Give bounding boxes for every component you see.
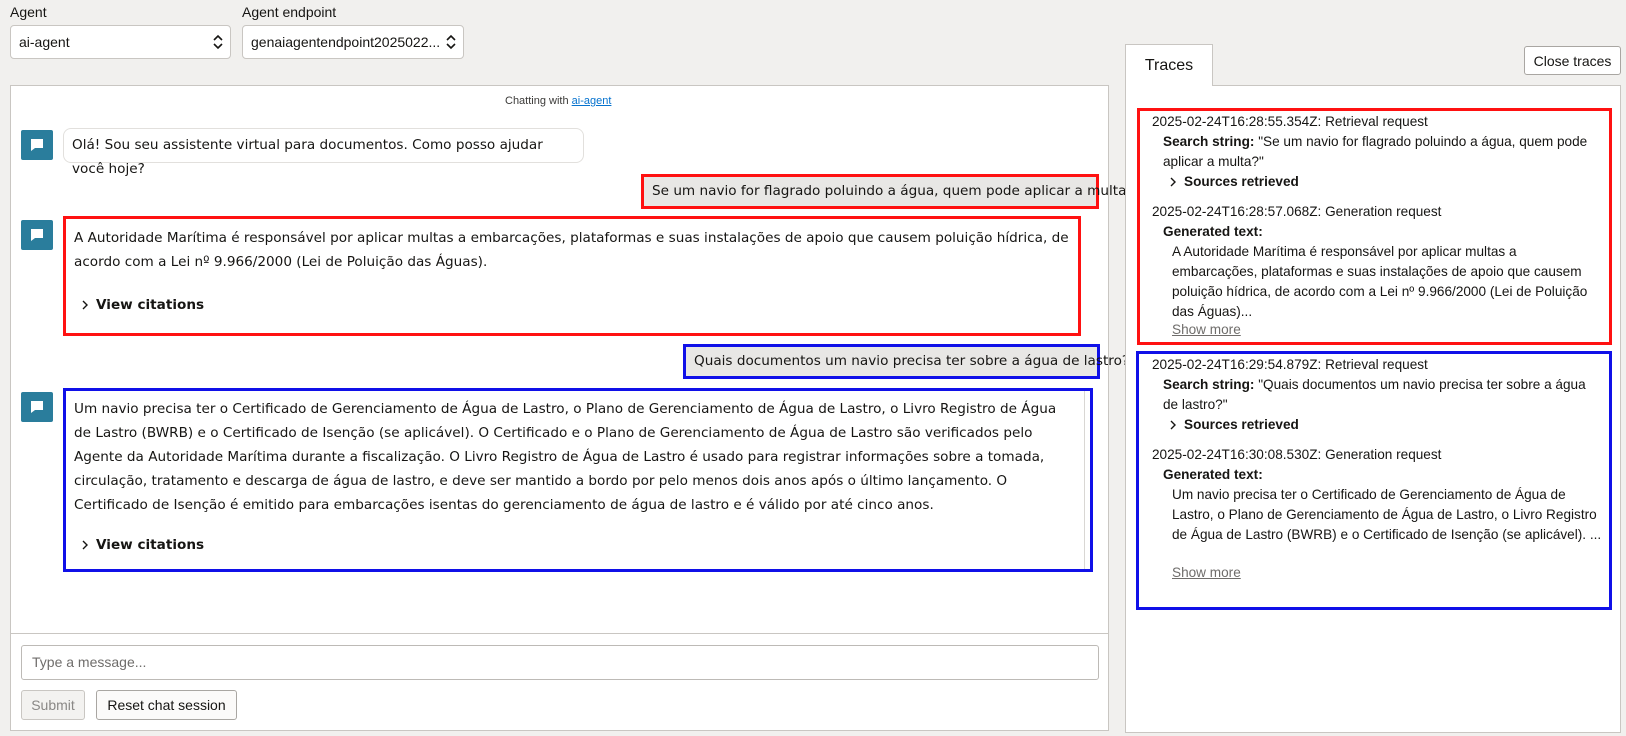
- view-citations[interactable]: View citations: [80, 297, 204, 313]
- bot-message: Olá! Sou seu assistente virtual para doc…: [63, 128, 584, 177]
- agent-select[interactable]: ai-agent: [10, 25, 231, 59]
- bot-message-box: A Autoridade Marítima é responsável por …: [63, 216, 1081, 336]
- generated-text-label: Generated text:: [1163, 224, 1263, 239]
- agent-select-value: ai-agent: [19, 34, 70, 50]
- sources-retrieved-label: Sources retrieved: [1184, 417, 1299, 432]
- updown-chevron-icon: [213, 34, 223, 50]
- submit-button[interactable]: Submit: [21, 690, 85, 720]
- bot-message: A Autoridade Marítima é responsável por …: [74, 230, 1069, 270]
- reset-chat-button[interactable]: Reset chat session: [96, 690, 237, 720]
- user-message: Quais documentos um navio precisa ter so…: [683, 344, 1129, 379]
- tab-traces[interactable]: Traces: [1125, 44, 1213, 86]
- input-divider: [10, 633, 1109, 634]
- view-citations-label: View citations: [96, 537, 205, 553]
- view-citations-label: View citations: [96, 297, 205, 313]
- agent-label: Agent: [10, 4, 47, 20]
- chat-bubble-icon: [31, 139, 43, 151]
- chatting-with-prefix: Chatting with: [505, 95, 569, 107]
- search-string-label: Search string:: [1163, 134, 1255, 149]
- bot-avatar: [21, 220, 53, 250]
- retrieval-header: 2025-02-24T16:28:55.354Z: Retrieval requ…: [1152, 114, 1428, 129]
- sources-retrieved[interactable]: Sources retrieved: [1168, 415, 1299, 435]
- generation-header: 2025-02-24T16:28:57.068Z: Generation req…: [1152, 204, 1442, 219]
- search-string: Search string: "Se um navio for flagrado…: [1163, 132, 1603, 172]
- chevron-right-icon: [1170, 420, 1176, 430]
- scroll-divider: [1084, 391, 1085, 569]
- agent-link[interactable]: ai-agent: [572, 95, 612, 107]
- message-input[interactable]: Type a message...: [21, 645, 1099, 680]
- sources-retrieved[interactable]: Sources retrieved: [1168, 172, 1299, 192]
- generated-text-value: A Autoridade Marítima é responsável por …: [1172, 244, 1588, 319]
- show-more-link[interactable]: Show more: [1172, 322, 1241, 337]
- search-string: Search string: "Quais documentos um navi…: [1163, 375, 1603, 415]
- endpoint-label: Agent endpoint: [242, 4, 337, 20]
- chevron-right-icon: [82, 540, 88, 550]
- generation-header: 2025-02-24T16:30:08.530Z: Generation req…: [1152, 447, 1442, 462]
- sources-retrieved-label: Sources retrieved: [1184, 174, 1299, 189]
- chat-bubble-icon: [31, 401, 43, 413]
- chat-bubble-icon: [31, 229, 43, 241]
- show-more-link[interactable]: Show more: [1172, 565, 1241, 580]
- bot-avatar: [21, 130, 53, 160]
- retrieval-header: 2025-02-24T16:29:54.879Z: Retrieval requ…: [1152, 357, 1428, 372]
- chatting-with: Chatting with ai-agent: [505, 95, 611, 107]
- chevron-right-icon: [82, 300, 88, 310]
- search-string-label: Search string:: [1163, 377, 1255, 392]
- view-citations[interactable]: View citations: [80, 537, 204, 553]
- bot-avatar: [21, 392, 53, 422]
- bot-message-box: Um navio precisa ter o Certificado de Ge…: [63, 388, 1093, 572]
- generated-text-value: Um navio precisa ter o Certificado de Ge…: [1172, 487, 1602, 542]
- generated-text-label: Generated text:: [1163, 467, 1263, 482]
- chevron-right-icon: [1170, 177, 1176, 187]
- updown-chevron-icon: [446, 34, 456, 50]
- endpoint-select[interactable]: genaiagentendpoint2025022...: [242, 25, 464, 59]
- close-traces-button[interactable]: Close traces: [1524, 46, 1621, 75]
- bot-message: Um navio precisa ter o Certificado de Ge…: [74, 401, 1057, 513]
- endpoint-select-value: genaiagentendpoint2025022...: [251, 34, 441, 50]
- user-message: Se um navio for flagrado poluindo a água…: [641, 174, 1134, 209]
